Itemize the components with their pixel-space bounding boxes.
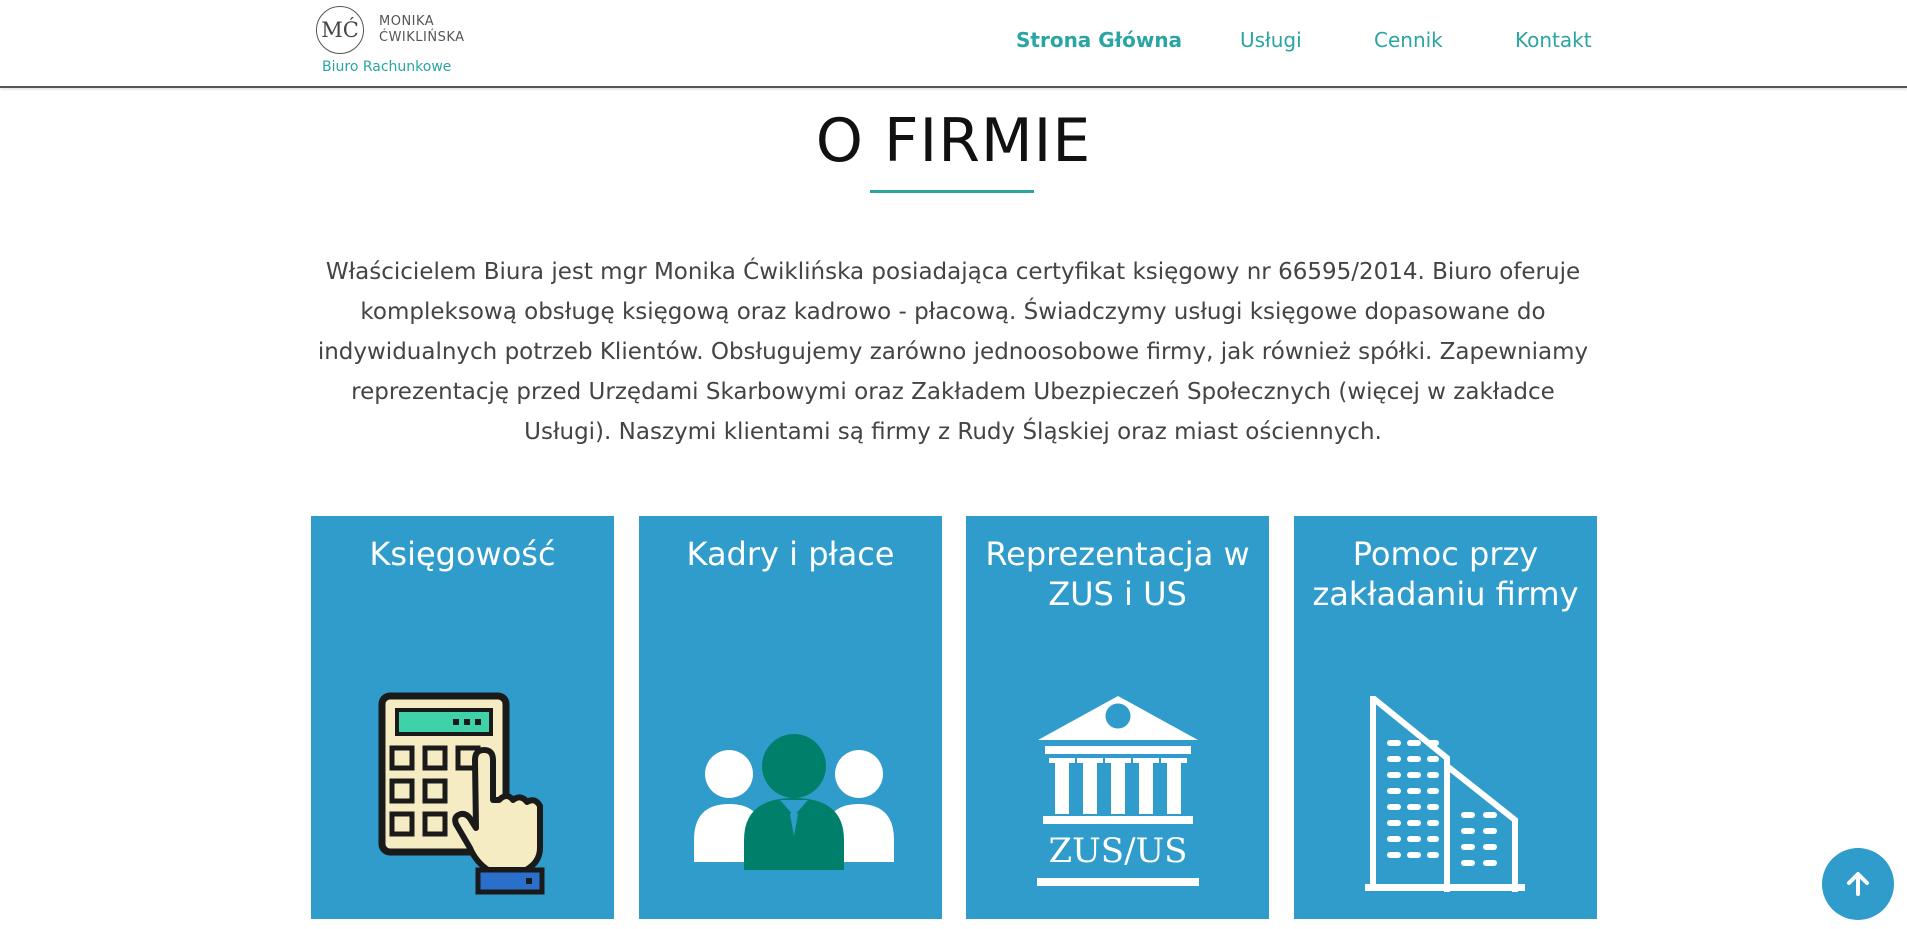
service-card-title: Księgowość: [369, 535, 556, 573]
service-card-payroll[interactable]: Kadry i płace: [639, 516, 942, 919]
logo-tagline: Biuro Rachunkowe: [322, 59, 452, 75]
site-header: MĆ MONIKA ĆWIKLIŃSKA Biuro Rachunkowe St…: [0, 0, 1907, 88]
section-title: O FIRMIE: [815, 106, 1092, 176]
arrow-up-icon: [1847, 872, 1869, 896]
government-building-icon: ZUS/US: [1037, 696, 1199, 886]
svg-text:ZUS/US: ZUS/US: [1049, 831, 1188, 871]
team-icon: [694, 734, 894, 870]
main-nav: Strona Główna Usługi Cennik Kontakt: [0, 28, 1907, 58]
about-text: Właścicielem Biura jest mgr Monika Ćwikl…: [317, 259, 1589, 445]
service-card-title: Reprezentacja w ZUS i US: [985, 535, 1250, 613]
back-to-top-button[interactable]: [1822, 848, 1894, 920]
service-card-representation[interactable]: Reprezentacja w ZUS i US ZUS/US: [966, 516, 1269, 919]
service-card-accounting[interactable]: Księgowość: [311, 516, 614, 919]
calculator-icon: [378, 692, 545, 895]
service-card-company-setup[interactable]: Pomoc przy zakładaniu firmy: [1294, 516, 1597, 919]
office-buildings-icon: [1365, 696, 1525, 892]
service-card-title: Pomoc przy zakładaniu firmy: [1312, 535, 1579, 613]
services-cards: Księgowość Kadry i płace Reprezentacja w…: [311, 516, 1597, 919]
service-card-title: Kadry i płace: [686, 535, 895, 573]
nav-item-pricing[interactable]: Cennik: [1374, 28, 1443, 52]
nav-item-services[interactable]: Usługi: [1240, 28, 1302, 52]
nav-item-home[interactable]: Strona Główna: [1016, 28, 1182, 52]
title-underline: [870, 190, 1034, 193]
nav-item-contact[interactable]: Kontakt: [1515, 28, 1592, 52]
